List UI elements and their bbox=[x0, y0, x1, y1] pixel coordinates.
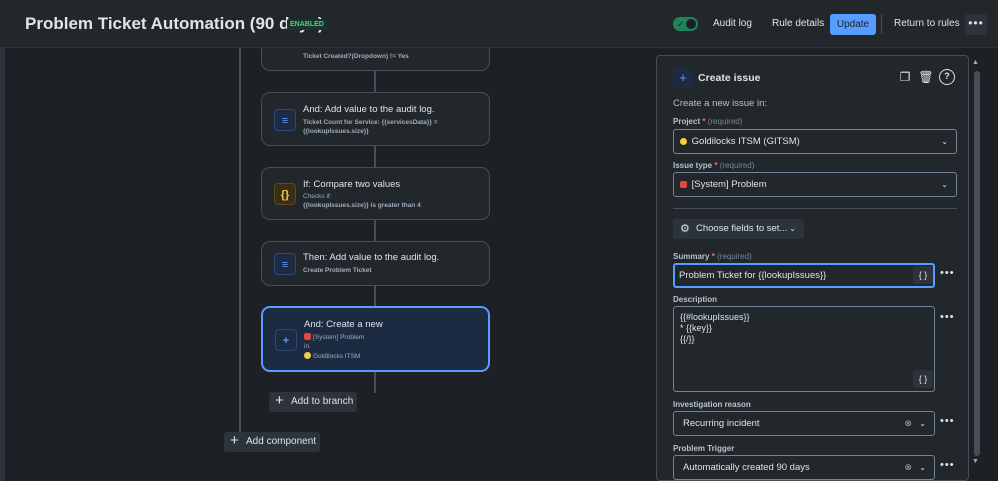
top-bar: Problem Ticket Automation (90 days) ENAB… bbox=[0, 0, 998, 48]
card-connector bbox=[374, 372, 376, 393]
chevron-down-icon: ⌄ bbox=[919, 419, 926, 428]
header-divider bbox=[881, 14, 882, 34]
problem-trigger-label: Problem Trigger bbox=[673, 444, 735, 453]
field-more-icon[interactable]: ••• bbox=[940, 415, 955, 427]
problem-trigger-select[interactable]: Automatically created 90 days ⊗ ⌄ bbox=[673, 455, 935, 480]
panel-divider bbox=[673, 208, 957, 209]
panel-title: Create issue bbox=[698, 72, 761, 84]
description-label: Description bbox=[673, 295, 718, 304]
description-input[interactable]: {{#lookupIssues}} * {{key}} {{/}} bbox=[673, 306, 935, 392]
more-options-button[interactable]: ••• bbox=[965, 14, 987, 35]
scrollbar-thumb[interactable] bbox=[974, 71, 980, 456]
card-in-label: in bbox=[304, 343, 310, 350]
card-title: Then: Add value to the audit log. bbox=[303, 252, 440, 263]
card-subtitle: Ticket Created?(Dropdown) != Yes bbox=[303, 53, 409, 60]
create-issue-panel: + Create issue ❐ 🗑 ? Create a new issue … bbox=[656, 55, 969, 481]
update-button[interactable]: Update bbox=[830, 14, 876, 35]
scroll-up-icon[interactable]: ▲ bbox=[972, 59, 979, 66]
chevron-down-icon: ⌄ bbox=[941, 180, 948, 189]
card-subtitle: {{lookupIssues.size}} bbox=[303, 128, 369, 135]
check-icon: ✓ bbox=[677, 19, 685, 29]
log-icon: ≡ bbox=[274, 253, 296, 275]
project-icon bbox=[304, 352, 311, 359]
audit-log-button[interactable]: Audit log bbox=[713, 14, 752, 34]
project-icon bbox=[680, 138, 687, 145]
card-subtitle: Ticket Count for Service: {{servicesData… bbox=[303, 119, 438, 126]
card-connector bbox=[374, 71, 376, 92]
flow-connector bbox=[239, 48, 241, 433]
toggle-knob bbox=[686, 19, 696, 29]
rule-details-button[interactable]: Rule details bbox=[772, 14, 824, 34]
card-title: And: Add value to the audit log. bbox=[303, 104, 435, 115]
duplicate-icon[interactable]: ❐ bbox=[897, 69, 913, 85]
card-connector bbox=[374, 286, 376, 307]
clear-icon[interactable]: ⊗ bbox=[904, 412, 912, 435]
add-component-button[interactable]: + Add component bbox=[224, 432, 320, 452]
plus-icon: + bbox=[230, 432, 239, 449]
card-connector bbox=[374, 220, 376, 241]
card-subtitle: Create Problem Ticket bbox=[303, 267, 372, 274]
panel-scrollbar[interactable]: ▲ ▼ bbox=[972, 55, 984, 481]
card-title: And: Create a new bbox=[304, 319, 383, 330]
investigation-reason-select[interactable]: Recurring incident ⊗ ⌄ bbox=[673, 411, 935, 436]
card-title: If: Compare two values bbox=[303, 179, 401, 190]
rule-title: Problem Ticket Automation (90 days) bbox=[25, 14, 324, 33]
flow-card-condition[interactable]: Ticket Created?(Dropdown) != Yes bbox=[261, 48, 490, 71]
gear-icon: ⚙ bbox=[680, 223, 690, 235]
flow-card-audit-log[interactable]: ≡ And: Add value to the audit log. Ticke… bbox=[261, 92, 490, 146]
clear-icon[interactable]: ⊗ bbox=[904, 456, 912, 479]
card-connector bbox=[374, 146, 376, 167]
status-badge: ENABLED bbox=[287, 19, 327, 30]
smart-value-button[interactable]: { } bbox=[913, 370, 933, 388]
more-icon: ••• bbox=[968, 16, 984, 30]
left-scrollbar[interactable] bbox=[0, 48, 5, 481]
project-select[interactable]: Goldilocks ITSM (GITSM) ⌄ bbox=[673, 129, 957, 154]
chevron-down-icon: ⌄ bbox=[919, 463, 926, 472]
card-subtitle: Checks if: bbox=[303, 193, 332, 200]
add-to-branch-button[interactable]: + Add to branch bbox=[269, 392, 357, 412]
project-label: Project * (required) bbox=[673, 117, 743, 126]
chevron-down-icon: ⌄ bbox=[789, 224, 796, 233]
problem-icon bbox=[304, 333, 311, 340]
problem-icon bbox=[680, 181, 687, 188]
scroll-down-icon[interactable]: ▼ bbox=[972, 458, 979, 465]
summary-input[interactable]: Problem Ticket for {{lookupIssues}} bbox=[673, 263, 935, 288]
log-icon: ≡ bbox=[274, 109, 296, 131]
help-icon[interactable]: ? bbox=[939, 69, 955, 85]
issue-type-label: Issue type * (required) bbox=[673, 161, 755, 170]
field-more-icon[interactable]: ••• bbox=[940, 459, 955, 471]
summary-label: Summary * (required) bbox=[673, 252, 752, 261]
card-issue-type: [System] Problem bbox=[304, 333, 364, 341]
choose-fields-button[interactable]: ⚙ Choose fields to set... ⌄ bbox=[673, 219, 804, 239]
flow-card-audit-log-2[interactable]: ≡ Then: Add value to the audit log. Crea… bbox=[261, 241, 490, 286]
enable-toggle[interactable]: ✓ bbox=[673, 17, 698, 31]
trash-icon[interactable]: 🗑 bbox=[918, 69, 934, 85]
plus-icon: + bbox=[275, 392, 284, 409]
panel-intro: Create a new issue in: bbox=[673, 98, 767, 109]
plus-icon: + bbox=[275, 329, 297, 351]
braces-icon: {} bbox=[274, 183, 296, 205]
chevron-down-icon: ⌄ bbox=[941, 137, 948, 146]
field-more-icon[interactable]: ••• bbox=[940, 311, 955, 323]
flow-card-create-issue[interactable]: + And: Create a new [System] Problem in … bbox=[261, 306, 490, 372]
plus-icon: + bbox=[673, 68, 693, 88]
card-subtitle: {{lookupIssues.size}} is greater than 4 bbox=[303, 202, 421, 209]
smart-value-button[interactable]: { } bbox=[913, 266, 933, 284]
field-more-icon[interactable]: ••• bbox=[940, 267, 955, 279]
card-project: Goldilocks ITSM bbox=[304, 352, 360, 360]
flow-card-compare[interactable]: {} If: Compare two values Checks if: {{l… bbox=[261, 167, 490, 220]
return-to-rules-button[interactable]: Return to rules bbox=[894, 14, 960, 34]
issue-type-select[interactable]: [System] Problem ⌄ bbox=[673, 172, 957, 197]
investigation-reason-label: Investigation reason bbox=[673, 400, 751, 409]
